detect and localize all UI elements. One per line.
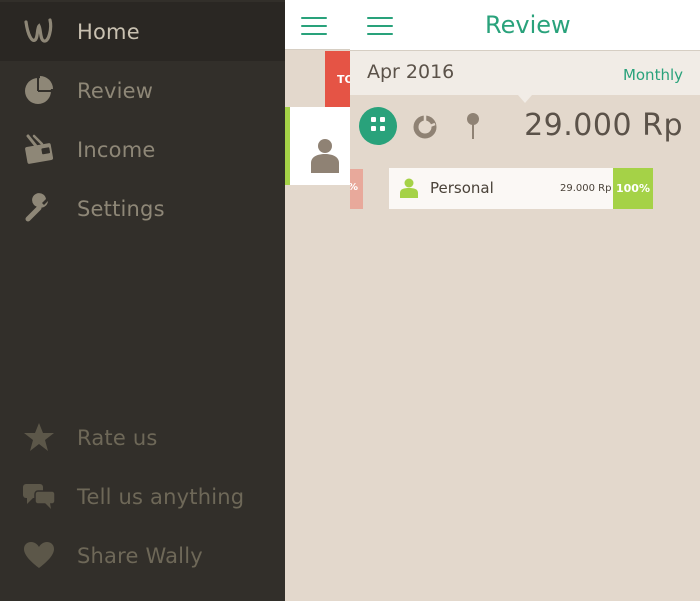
navigation-drawer: Home Review Income Settings Rate us Tell… [0, 0, 285, 601]
underlay-user-card[interactable] [285, 107, 350, 185]
star-icon [22, 420, 56, 454]
page-title: Review [485, 11, 571, 39]
category-percent-badge: 100% [613, 168, 653, 209]
donut-chart-icon [412, 115, 438, 144]
month-label[interactable]: Apr 2016 [367, 61, 454, 83]
donut-chart-button[interactable] [412, 114, 438, 140]
wallet-icon [22, 132, 56, 166]
menu-label-review: Review [77, 78, 154, 103]
month-selector-bar[interactable]: Apr 2016 Monthly [350, 51, 700, 95]
menu-label-rate-us: Rate us [77, 425, 158, 450]
person-silhouette-icon [310, 137, 340, 177]
pin-icon [465, 113, 481, 144]
review-top-bar: Review [350, 0, 700, 51]
period-selector[interactable]: Monthly [623, 66, 683, 84]
grid-view-button[interactable] [359, 107, 397, 145]
wally-logo-icon [22, 14, 56, 48]
wrench-icon [22, 191, 56, 225]
menu-label-tell-us: Tell us anything [77, 484, 245, 509]
category-name: Personal [430, 179, 494, 197]
category-row[interactable]: Personal 29.000 Rp 100% [389, 168, 653, 209]
menu-label-share-wally: Share Wally [77, 543, 203, 568]
menu-item-tell-us[interactable]: Tell us anything [0, 467, 285, 526]
menu-item-settings[interactable]: Settings [0, 179, 285, 238]
location-pin-button[interactable] [465, 112, 481, 140]
month-bar-pointer [518, 95, 532, 103]
heart-icon [22, 538, 56, 572]
menu-item-income[interactable]: Income [0, 120, 285, 179]
hamburger-menu-icon[interactable] [301, 17, 327, 35]
menu-item-rate-us[interactable]: Rate us [0, 408, 285, 467]
menu-label-home: Home [77, 19, 140, 44]
grid-icon [370, 116, 386, 136]
person-icon [400, 178, 418, 198]
underlay-pct-strip: % [350, 169, 363, 209]
menu-item-home[interactable]: Home [0, 2, 285, 61]
pie-chart-icon [22, 73, 56, 107]
underlay-red-strip: TO [325, 51, 350, 107]
underlay-red-strip-text: TO [337, 73, 350, 86]
total-amount: 29.000 Rp [524, 108, 683, 143]
underlay-top-bar [285, 0, 350, 50]
menu-label-income: Income [77, 137, 156, 162]
menu-label-settings: Settings [77, 196, 165, 221]
menu-item-review[interactable]: Review [0, 61, 285, 120]
chat-bubbles-icon [22, 479, 56, 513]
menu-item-share-wally[interactable]: Share Wally [0, 526, 285, 585]
category-amount: 29.000 Rp [560, 183, 612, 194]
underlay-pct-text: % [350, 182, 358, 193]
review-hamburger-menu-icon[interactable] [367, 17, 393, 35]
